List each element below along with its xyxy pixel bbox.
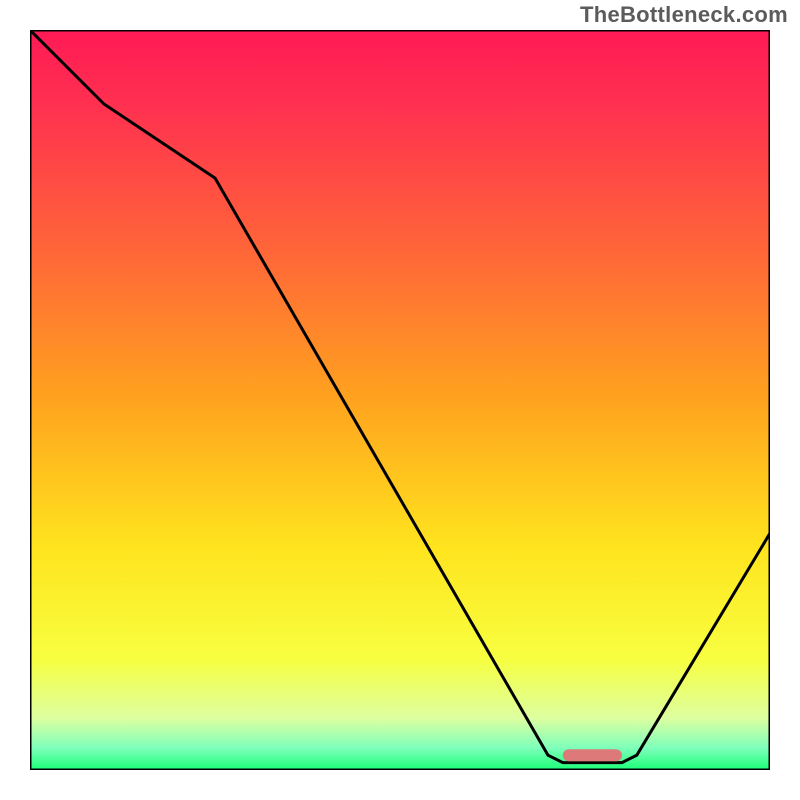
chart-container: TheBottleneck.com	[0, 0, 800, 800]
plot-background	[30, 30, 770, 770]
plot-area	[30, 30, 770, 770]
watermark-text: TheBottleneck.com	[580, 2, 788, 28]
chart-svg	[30, 30, 770, 770]
optimal-marker	[563, 749, 622, 761]
